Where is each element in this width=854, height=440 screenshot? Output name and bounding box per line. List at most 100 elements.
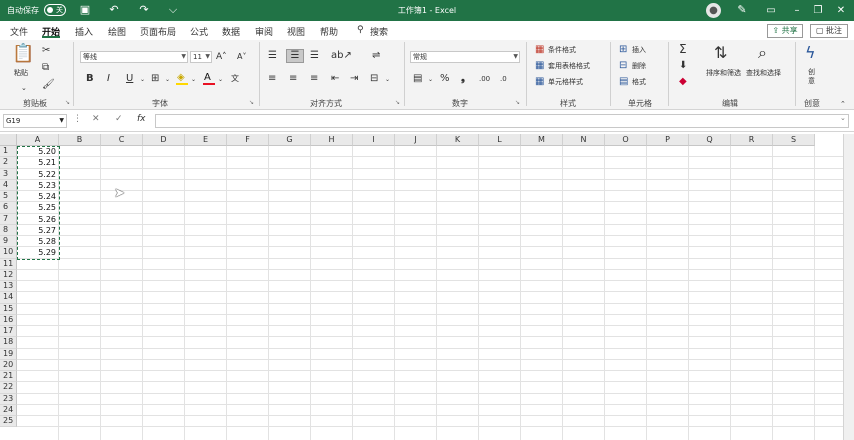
column-header-n[interactable]: N [563, 134, 605, 146]
align-center-icon[interactable]: ≡ [289, 73, 297, 85]
ideas-button[interactable]: 创意 [808, 68, 816, 86]
row-header-7[interactable]: 7 [0, 213, 17, 225]
insert-function-icon[interactable]: fx [137, 114, 146, 124]
copy-icon[interactable]: ⧉ [42, 62, 49, 74]
restore-button[interactable]: ❐ [809, 3, 827, 18]
find-select-icon[interactable]: ⌕ [758, 44, 767, 62]
close-button[interactable]: ✕ [832, 3, 850, 18]
search-icon[interactable]: ⚲ [357, 25, 364, 35]
increase-indent-icon[interactable]: ⇥ [350, 73, 358, 85]
paste-dropdown-icon[interactable]: ⌄ [21, 82, 27, 94]
row-header-21[interactable]: 21 [0, 371, 17, 383]
font-size-combo[interactable]: 11 ▼ [190, 51, 212, 63]
vertical-scrollbar[interactable] [843, 134, 854, 440]
cancel-icon[interactable]: ✕ [92, 114, 100, 124]
select-all-corner[interactable] [0, 134, 17, 146]
format-as-table-button[interactable]: 套用表格格式 [548, 61, 590, 72]
border-dropdown-icon[interactable]: ⌄ [165, 74, 170, 86]
column-header-p[interactable]: P [647, 134, 689, 146]
pen-icon[interactable]: ✎ [735, 3, 749, 17]
merge-center-icon[interactable]: ⊟ [370, 73, 378, 85]
paste-icon[interactable]: 📋 [12, 44, 34, 64]
row-header-11[interactable]: 11 [0, 258, 17, 270]
sort-filter-button[interactable]: 排序和筛选 [706, 68, 741, 79]
row-header-8[interactable]: 8 [0, 224, 17, 236]
column-header-g[interactable]: G [269, 134, 311, 146]
column-header-l[interactable]: L [479, 134, 521, 146]
increase-font-icon[interactable]: A˄ [216, 51, 227, 63]
font-name-combo[interactable]: 等线 ▼ [80, 51, 188, 63]
column-header-o[interactable]: O [605, 134, 647, 146]
column-header-k[interactable]: K [437, 134, 479, 146]
row-header-17[interactable]: 17 [0, 326, 17, 338]
orientation-icon[interactable]: ab↗ [331, 50, 352, 62]
clear-icon[interactable]: ◆ [679, 76, 687, 88]
tab-formulas[interactable]: 公式 [190, 25, 208, 38]
column-header-c[interactable]: C [101, 134, 143, 146]
comma-style-icon[interactable]: ❟ [461, 73, 465, 85]
row-header-18[interactable]: 18 [0, 337, 17, 349]
increase-decimal-icon[interactable]: .00 [479, 73, 490, 85]
format-cells-button[interactable]: 格式 [632, 77, 646, 88]
minimize-button[interactable]: – [788, 3, 806, 18]
column-header-i[interactable]: I [353, 134, 395, 146]
fill-icon[interactable]: ⬇ [679, 60, 687, 72]
decrease-indent-icon[interactable]: ⇤ [331, 73, 339, 85]
column-header-r[interactable]: R [731, 134, 773, 146]
row-header-22[interactable]: 22 [0, 382, 17, 394]
underline-dropdown-icon[interactable]: ⌄ [140, 74, 145, 86]
cut-icon[interactable]: ✂ [42, 45, 50, 57]
decrease-decimal-icon[interactable]: .0 [500, 73, 507, 85]
collapse-ribbon-icon[interactable]: ⌃ [840, 98, 846, 110]
column-header-s[interactable]: S [773, 134, 815, 146]
row-header-24[interactable]: 24 [0, 404, 17, 416]
tab-review[interactable]: 审阅 [255, 25, 273, 38]
percent-icon[interactable]: % [440, 73, 450, 85]
merge-dropdown-icon[interactable]: ⌄ [385, 74, 390, 86]
align-right-icon[interactable]: ≡ [310, 73, 318, 85]
tab-draw[interactable]: 绘图 [108, 25, 126, 38]
column-header-q[interactable]: Q [689, 134, 731, 146]
formula-input[interactable] [155, 114, 849, 128]
conditional-format-button[interactable]: 条件格式 [548, 45, 576, 56]
column-header-f[interactable]: F [227, 134, 269, 146]
worksheet-grid[interactable]: A B C D E F G H I J K L M N O P Q R S 1 2 3 4 5 6 7 8 9 10 11 12 13 14 15… [0, 134, 843, 440]
tab-search[interactable]: 搜索 [370, 25, 388, 38]
find-select-button[interactable]: 查找和选择 [746, 68, 781, 79]
delete-cells-button[interactable]: 删除 [632, 61, 646, 72]
row-header-3[interactable]: 3 [0, 168, 17, 180]
italic-icon[interactable]: I [107, 73, 110, 85]
column-header-a[interactable]: A [17, 134, 59, 146]
align-top-icon[interactable]: ☰ [268, 50, 277, 62]
row-header-9[interactable]: 9 [0, 236, 17, 248]
enter-icon[interactable]: ✓ [115, 114, 123, 124]
phonetic-icon[interactable]: 文 [231, 73, 239, 85]
font-color-dropdown-icon[interactable]: ⌄ [218, 74, 223, 86]
expand-formula-icon[interactable]: ⌄ [840, 114, 846, 122]
column-header-e[interactable]: E [185, 134, 227, 146]
column-header-m[interactable]: M [521, 134, 563, 146]
wrap-text-icon[interactable]: ⇌ [372, 50, 380, 62]
user-avatar[interactable]: ● [706, 3, 721, 18]
font-launcher-icon[interactable]: ↘ [249, 99, 254, 106]
row-header-19[interactable]: 19 [0, 348, 17, 360]
row-header-20[interactable]: 20 [0, 359, 17, 371]
paste-label[interactable]: 粘贴 [14, 68, 28, 79]
comment-button[interactable]: ▢ 批注 [810, 24, 848, 38]
row-header-4[interactable]: 4 [0, 179, 17, 191]
accounting-format-icon[interactable]: ▤ [413, 73, 422, 85]
alignment-launcher-icon[interactable]: ↘ [395, 99, 400, 106]
bold-icon[interactable]: B [86, 73, 94, 85]
clipboard-launcher-icon[interactable]: ↘ [65, 99, 70, 106]
decrease-font-icon[interactable]: A˅ [237, 51, 246, 63]
row-header-12[interactable]: 12 [0, 269, 17, 281]
align-left-icon[interactable]: ≡ [268, 73, 276, 85]
underline-icon[interactable]: U [126, 73, 133, 85]
sort-filter-icon[interactable]: ⇅ [714, 44, 727, 62]
tab-data[interactable]: 数据 [222, 25, 240, 38]
row-header-6[interactable]: 6 [0, 202, 17, 214]
cell-styles-button[interactable]: 单元格样式 [548, 77, 583, 88]
row-header-14[interactable]: 14 [0, 292, 17, 304]
row-header-2[interactable]: 2 [0, 157, 17, 169]
number-format-combo[interactable]: 常规 ▼ [410, 51, 520, 63]
